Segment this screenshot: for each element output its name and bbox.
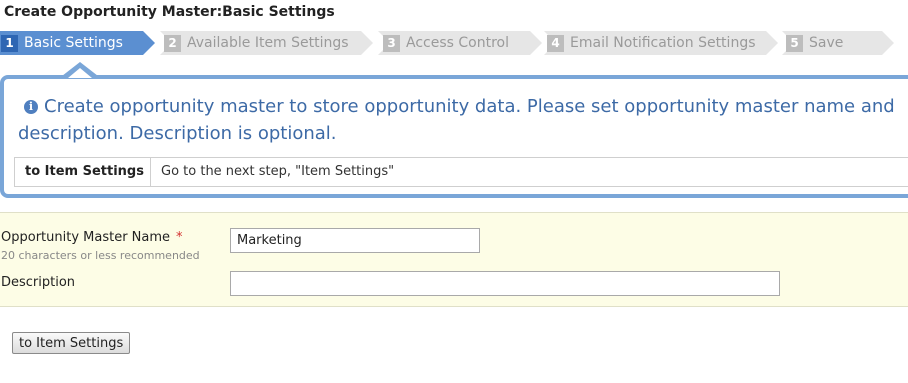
info-message: Create opportunity master to store oppor… [18,96,895,144]
step-label: Available Item Settings [187,35,349,51]
description-label: Description [1,275,76,290]
next-step-table: to Item Settings Go to the next step, "I… [14,157,908,187]
info-box-pointer-inner [68,68,92,78]
info-message-container: i Create opportunity master to store oppo… [18,93,908,147]
step-label: Save [809,35,844,51]
description-input[interactable] [230,271,780,296]
opportunity-master-name-hint: 20 characters or less recommended [1,249,200,262]
step-number: 1 [1,34,18,52]
info-circle-icon: i [24,100,38,114]
to-item-settings-button[interactable]: to Item Settings [12,332,131,354]
page-title: Create Opportunity Master:Basic Settings [4,4,335,20]
step-label: Basic Settings [24,35,123,51]
wizard-step-access-control: 3 Access Control [382,31,509,55]
opportunity-master-name-label-text: Opportunity Master Name [1,230,171,245]
info-box: i Create opportunity master to store oppo… [0,75,908,198]
basic-settings-form: Opportunity Master Name * 20 characters o… [0,212,908,307]
step-label: Access Control [406,35,509,51]
step-number: 4 [547,34,564,52]
step-number: 2 [164,34,181,52]
wizard-steps: 1 Basic Settings 2 Available Item Settin… [0,31,908,55]
wizard-step-available-item-settings: 2 Available Item Settings [163,31,349,55]
next-step-description: Go to the next step, "Item Settings" [161,164,395,179]
step-number: 5 [786,34,803,52]
step-number: 3 [383,34,400,52]
opportunity-master-name-input[interactable] [230,228,480,253]
step-label: Email Notification Settings [570,35,756,51]
opportunity-master-name-label: Opportunity Master Name * [1,230,183,245]
wizard-step-email-notification-settings: 4 Email Notification Settings [546,31,756,55]
wizard-step-save: 5 Save [785,31,843,55]
next-step-key: to Item Settings [15,158,151,186]
wizard-step-basic-settings: 1 Basic Settings [0,31,123,55]
required-mark: * [176,230,183,245]
